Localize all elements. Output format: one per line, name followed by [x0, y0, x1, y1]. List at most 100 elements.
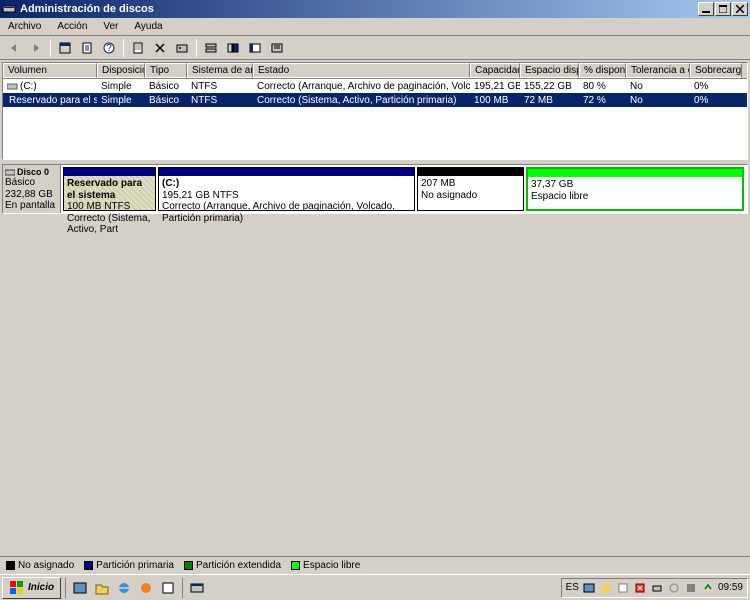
col-porcentaje[interactable]: % disponible [579, 63, 626, 78]
toolbar-separator [196, 39, 197, 57]
tray-icon[interactable] [684, 581, 698, 595]
tray-icon[interactable] [616, 581, 630, 595]
partition-block[interactable]: 207 MBNo asignado [417, 167, 524, 211]
show-desktop-button[interactable] [70, 578, 90, 598]
menu-ver[interactable]: Ver [95, 19, 126, 34]
app-icon [2, 2, 16, 16]
back-button[interactable] [4, 38, 24, 58]
explorer-button[interactable] [92, 578, 112, 598]
cell: 195,21 GB [470, 79, 520, 93]
volume-list-header: Volumen Disposición Tipo Sistema de arch… [3, 63, 747, 79]
cell: 80 % [579, 79, 626, 93]
partition-block[interactable]: Reservado para el sistema100 MB NTFSCorr… [63, 167, 156, 211]
delete-button[interactable] [150, 38, 170, 58]
tray-icon[interactable] [633, 581, 647, 595]
disk-status: En pantalla [5, 200, 58, 212]
disk-label: Disco 0 [17, 167, 49, 177]
tray-icon[interactable] [599, 581, 613, 595]
cell: No [626, 93, 690, 107]
ie-button[interactable] [114, 578, 134, 598]
start-button[interactable]: Inicio [2, 577, 61, 599]
col-disposicion[interactable]: Disposición [97, 63, 145, 78]
refresh-button[interactable] [77, 38, 97, 58]
partition-block[interactable]: 37,37 GBEspacio libre [526, 167, 744, 211]
partition-block[interactable]: (C:)195,21 GB NTFSCorrecto (Arranque, Ar… [158, 167, 415, 211]
legend-item: Partición primaria [84, 560, 174, 571]
settings-button[interactable] [172, 38, 192, 58]
cell: No [626, 79, 690, 93]
cell: Básico [145, 79, 187, 93]
legend-item: No asignado [6, 560, 74, 571]
taskbar: Inicio ES 09:59 [0, 574, 750, 600]
col-tolerancia[interactable]: Tolerancia a errores [626, 63, 690, 78]
cell: 0% [690, 79, 742, 93]
window-title: Administración de discos [20, 3, 698, 15]
col-sistema[interactable]: Sistema de archivos [187, 63, 253, 78]
cell: (C:) [3, 79, 97, 93]
minimize-button[interactable] [698, 2, 714, 16]
col-tipo[interactable]: Tipo [145, 63, 187, 78]
col-capacidad[interactable]: Capacidad [470, 63, 520, 78]
quick-launch [65, 578, 178, 598]
disk-type: Básico [5, 177, 58, 189]
empty-disk-area [0, 216, 750, 556]
cell: 72 % [579, 93, 626, 107]
col-espacio[interactable]: Espacio disponible [520, 63, 579, 78]
show-hide-button[interactable] [245, 38, 265, 58]
cell: Simple [97, 79, 145, 93]
app-button-1[interactable] [158, 578, 178, 598]
cell: Correcto (Arranque, Archivo de paginació… [253, 79, 470, 93]
tray-icon[interactable] [701, 581, 715, 595]
cell: Simple [97, 93, 145, 107]
open-apps [182, 578, 207, 598]
help-button[interactable]: ? [99, 38, 119, 58]
graphical-view-button[interactable] [223, 38, 243, 58]
cell: Reservado para el sistema [3, 93, 97, 107]
tray-icon[interactable] [650, 581, 664, 595]
tray-icon[interactable] [582, 581, 596, 595]
disk-panel: Disco 0 Básico 232,88 GB En pantalla Res… [2, 164, 748, 214]
cell: 0% [690, 93, 742, 107]
toolbar-separator [50, 39, 51, 57]
partitions-area: Reservado para el sistema100 MB NTFSCorr… [61, 165, 747, 213]
language-indicator[interactable]: ES [566, 582, 579, 593]
forward-button[interactable] [26, 38, 46, 58]
volume-list[interactable]: Volumen Disposición Tipo Sistema de arch… [2, 62, 748, 160]
cell: 155,22 GB [520, 79, 579, 93]
properties-button[interactable] [128, 38, 148, 58]
cell: Correcto (Sistema, Activo, Partición pri… [253, 93, 470, 107]
menubar: Archivo Acción Ver Ayuda [0, 18, 750, 36]
maximize-button[interactable] [715, 2, 731, 16]
menu-archivo[interactable]: Archivo [0, 19, 49, 34]
legend: No asignado Partición primaria Partición e… [0, 556, 750, 574]
media-button[interactable] [136, 578, 156, 598]
tray-icon[interactable] [667, 581, 681, 595]
windows-icon [9, 580, 25, 596]
volume-row[interactable]: Reservado para el sistemaSimpleBásicoNTF… [3, 93, 747, 107]
taskbar-app[interactable] [187, 578, 207, 598]
disk-info[interactable]: Disco 0 Básico 232,88 GB En pantalla [3, 165, 61, 213]
titlebar: Administración de discos [0, 0, 750, 18]
col-estado[interactable]: Estado [253, 63, 470, 78]
clock[interactable]: 09:59 [718, 582, 743, 593]
volume-row[interactable]: (C:)SimpleBásicoNTFSCorrecto (Arranque, … [3, 79, 747, 93]
col-volumen[interactable]: Volumen [3, 63, 97, 78]
svg-text:?: ? [106, 43, 112, 54]
toolbar-separator [123, 39, 124, 57]
menu-accion[interactable]: Acción [49, 19, 95, 34]
list-view-button[interactable] [201, 38, 221, 58]
close-button[interactable] [732, 2, 748, 16]
legend-item: Partición extendida [184, 560, 281, 571]
cell: 100 MB [470, 93, 520, 107]
col-sobrecarga[interactable]: Sobrecarga [690, 63, 742, 78]
menu-ayuda[interactable]: Ayuda [126, 19, 170, 34]
cell: NTFS [187, 93, 253, 107]
action-button[interactable] [267, 38, 287, 58]
toolbar: ? [0, 36, 750, 60]
cell: 72 MB [520, 93, 579, 107]
view-button[interactable] [55, 38, 75, 58]
cell: Básico [145, 93, 187, 107]
start-label: Inicio [28, 582, 54, 593]
system-tray: ES 09:59 [561, 578, 748, 598]
window-controls [698, 2, 748, 16]
